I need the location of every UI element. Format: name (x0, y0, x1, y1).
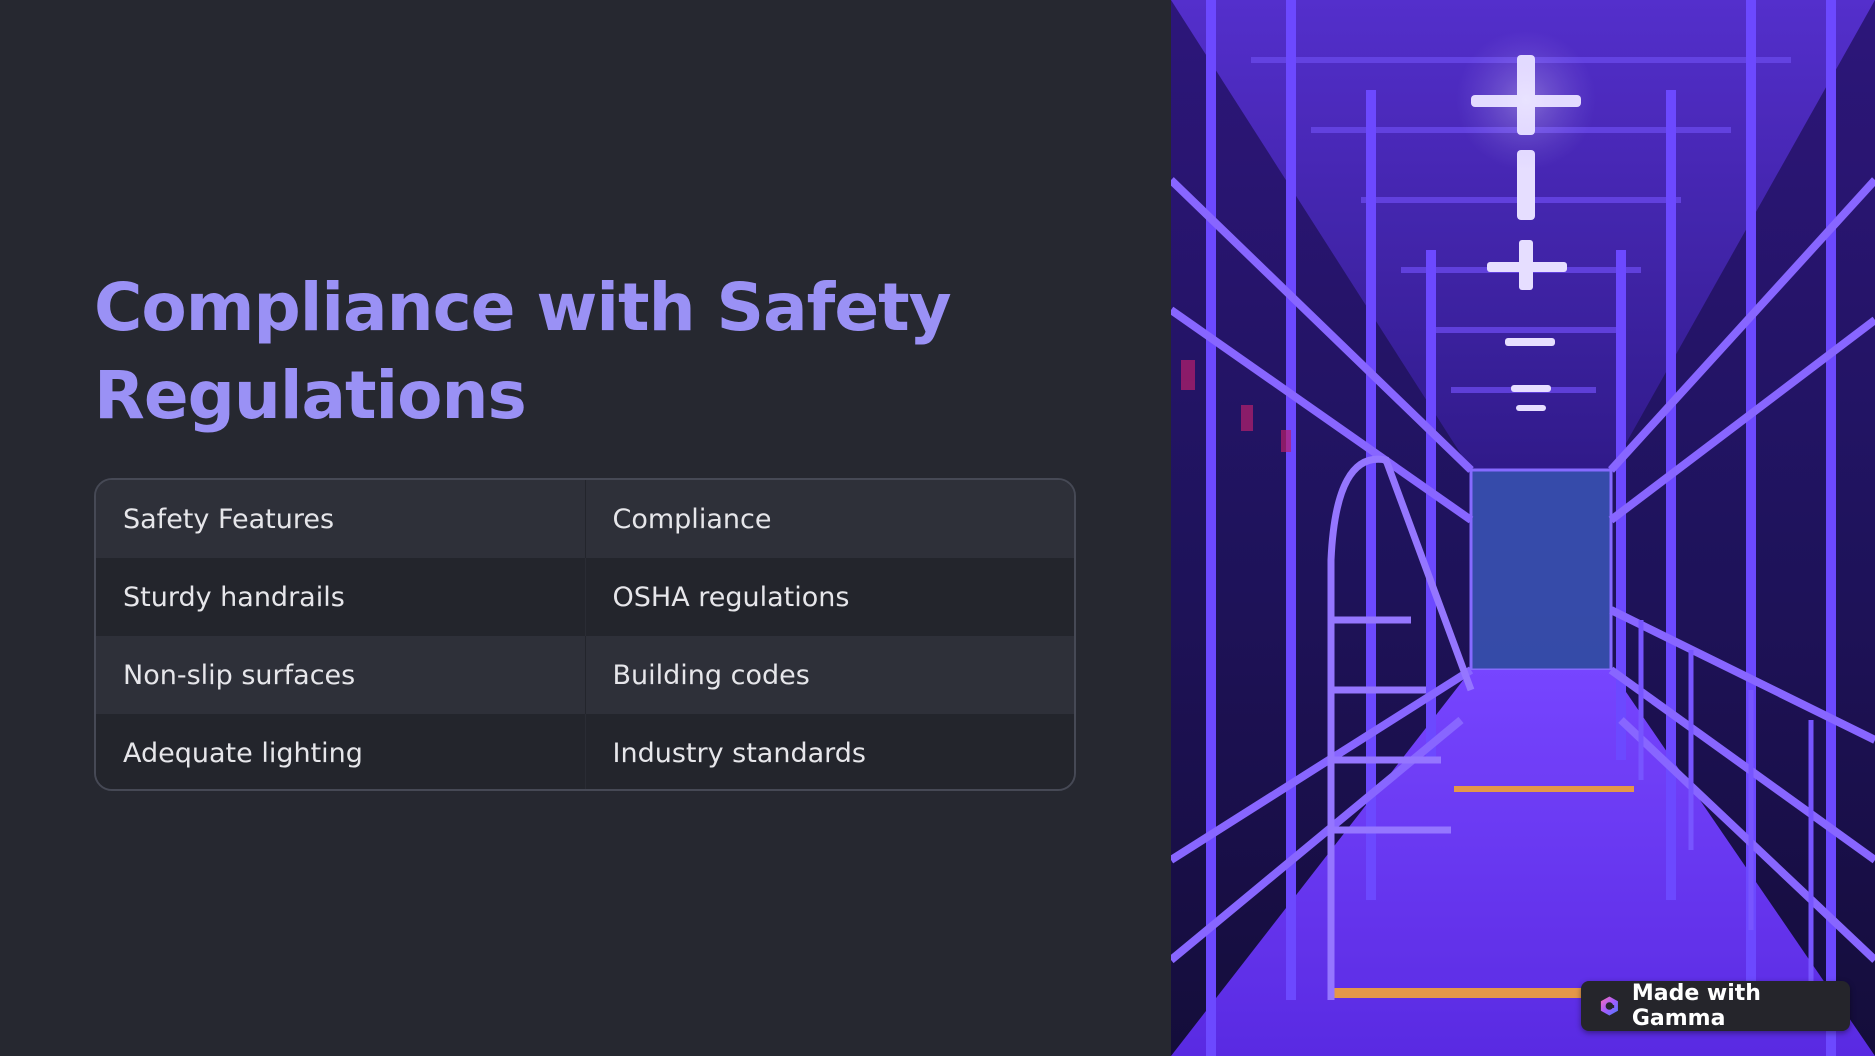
table-row: Sturdy handrails OSHA regulations (96, 558, 1074, 636)
table-cell: Adequate lighting (96, 714, 586, 789)
table-cell: Building codes (612, 659, 810, 691)
table-row: Adequate lighting Industry standards (96, 714, 1074, 789)
table-header-cell: Safety Features (96, 480, 586, 558)
table-cell: Non-slip surfaces (96, 636, 586, 714)
slide-title: Compliance with Safety Regulations (94, 269, 952, 434)
gamma-logo-icon (1600, 996, 1618, 1016)
industrial-walkway-image (1171, 0, 1875, 1056)
walkway-photo (1171, 0, 1875, 1056)
table-cell: Industry standards (612, 737, 866, 769)
compliance-table: Safety Features Compliance Sturdy handra… (94, 478, 1076, 791)
table-cell: Sturdy handrails (96, 558, 586, 636)
table-row: Non-slip surfaces Building codes (96, 636, 1074, 714)
table-header-row: Safety Features Compliance (96, 480, 1074, 558)
table-cell: OSHA regulations (612, 581, 850, 613)
slide: Compliance with Safety Regulations Safet… (0, 0, 1875, 1056)
table-header-cell: Compliance (612, 503, 772, 535)
badge-label: Made with Gamma (1631, 981, 1761, 1031)
content-panel: Compliance with Safety Regulations Safet… (0, 0, 1171, 1056)
made-with-gamma-badge[interactable]: Made with Gamma (1581, 981, 1850, 1031)
